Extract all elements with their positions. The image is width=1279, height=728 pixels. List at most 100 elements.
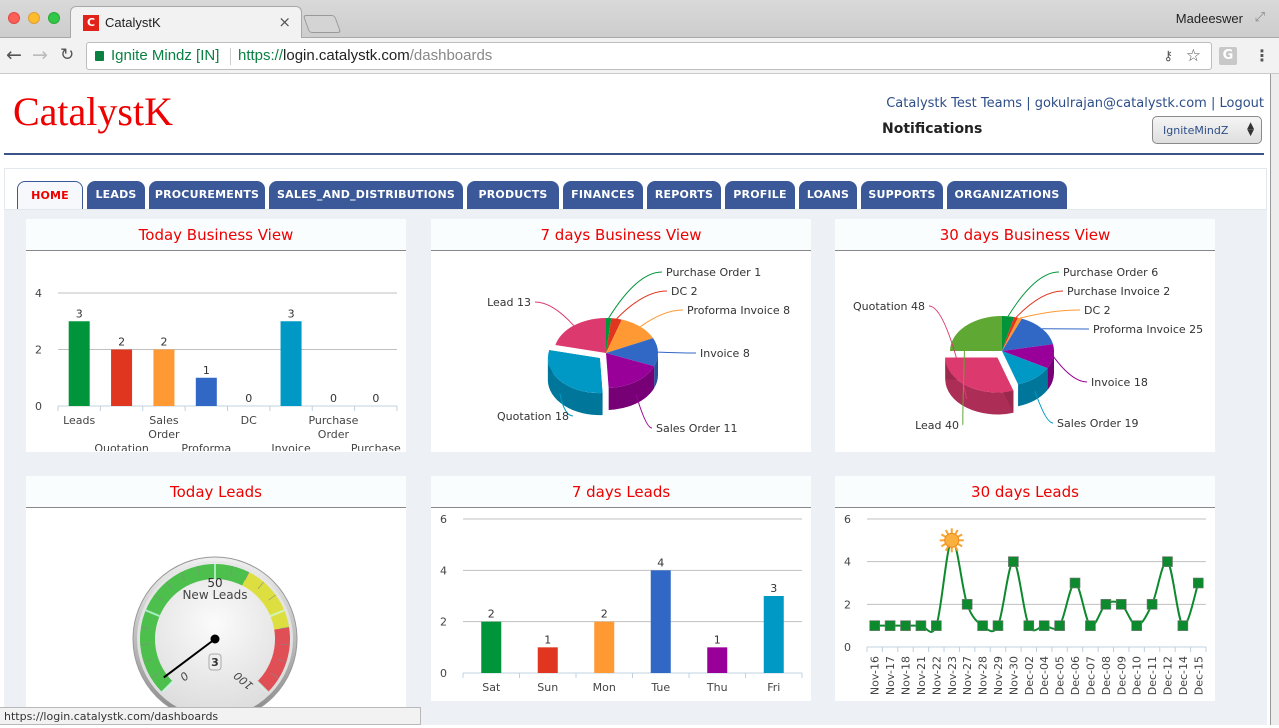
catalystk-logo[interactable]: CatalystK	[13, 88, 173, 135]
slice-label-name: Purchase Order	[666, 266, 751, 279]
connector-line	[658, 352, 696, 353]
url-text: https://login.catalystk.com/dashboards	[238, 43, 492, 69]
address-bar[interactable]: Ignite Mindz [IN] https://login.catalyst…	[86, 42, 1212, 70]
x-tick-label: Nov-27	[961, 656, 974, 695]
x-tick-label: Dec-02	[1023, 656, 1036, 695]
slice-label-name: Sales Order	[656, 422, 721, 435]
tab-home[interactable]: HOME	[17, 181, 83, 209]
y-tick-label: 4	[844, 556, 851, 569]
slice-label: Quotation 18	[497, 410, 569, 423]
gauge-pivot	[211, 635, 220, 644]
tab-supports[interactable]: SUPPORTS	[861, 181, 943, 209]
bar-invoice	[281, 321, 302, 406]
panel-title: Today Business View	[26, 219, 406, 251]
data-label: 1	[544, 633, 551, 646]
tab-close-icon[interactable]: ×	[278, 13, 291, 31]
close-window-button[interactable]	[8, 12, 20, 24]
slice-label: Purchase Order 6	[1063, 266, 1158, 279]
notifications-link[interactable]: Notifications	[882, 121, 982, 137]
slice-label: Lead 40	[915, 419, 959, 432]
data-label: 4	[657, 556, 664, 569]
tab-title: CatalystK	[105, 15, 161, 30]
tab-finances[interactable]: FINANCES	[563, 181, 643, 209]
profile-name[interactable]: Madeeswer	[1176, 11, 1243, 26]
data-label: 3	[76, 307, 83, 320]
bar-thu	[707, 647, 727, 673]
forward-arrow-icon[interactable]: →	[32, 44, 48, 66]
bookmark-star-icon[interactable]: ☆	[1186, 43, 1201, 69]
panel-7days-leads: 7 days Leads 02462Sat1Sun2Mon4Tue1Thu3Fr…	[431, 476, 811, 701]
fullscreen-icon[interactable]: ⤢	[1255, 10, 1265, 25]
slice-label: Purchase Order 1	[666, 266, 761, 279]
y-tick-label: 6	[844, 513, 851, 526]
slice-lead	[950, 316, 1002, 351]
organization-select[interactable]: IgniteMindZ ▲▼	[1152, 116, 1262, 144]
slice-label-value: 48	[911, 300, 925, 313]
slice-label-value: 8	[743, 347, 750, 360]
x-tick-label: Dec-07	[1084, 656, 1097, 695]
data-point	[1132, 621, 1142, 631]
data-point	[1178, 621, 1188, 631]
panel-30days-leads: 30 days Leads 0246Nov-16Nov-17Nov-18Nov-…	[835, 476, 1215, 701]
maximize-window-button[interactable]	[48, 12, 60, 24]
tab-leads[interactable]: LEADS	[87, 181, 145, 209]
slice-label-value: 40	[945, 419, 959, 432]
back-arrow-icon[interactable]: ←	[6, 44, 22, 66]
tab-loans[interactable]: LOANS	[799, 181, 857, 209]
y-tick-label: 0	[844, 641, 851, 654]
bar-mon	[594, 622, 614, 673]
browser-titlebar: C CatalystK × Madeeswer ⤢	[0, 0, 1279, 38]
tab-profile[interactable]: PROFILE	[725, 181, 795, 209]
x-tick-label: Sun	[537, 681, 558, 694]
slice-label-name: DC	[671, 285, 687, 298]
tab-sales-and-distributions[interactable]: SALES_AND_DISTRIBUTIONS	[269, 181, 463, 209]
x-tick-label: Dec-09	[1115, 656, 1128, 695]
connector-line	[1020, 310, 1080, 318]
tab-organizations[interactable]: ORGANIZATIONS	[947, 181, 1067, 209]
panel-title: 7 days Business View	[431, 219, 811, 251]
key-icon[interactable]: ⚷	[1163, 43, 1173, 69]
link-separator: |	[1026, 96, 1030, 111]
tab-reports[interactable]: REPORTS	[647, 181, 721, 209]
y-tick-label: 0	[35, 400, 42, 413]
tab-products[interactable]: PRODUCTS	[467, 181, 559, 209]
data-point	[1193, 578, 1203, 588]
today-business-chart: 0243Leads2Quotation2SalesOrder1Proforma0…	[26, 251, 406, 451]
browser-tab[interactable]: C CatalystK ×	[70, 6, 302, 39]
panel-title: 30 days Business View	[835, 219, 1215, 251]
x-tick-label: Dec-05	[1054, 656, 1067, 695]
data-point	[978, 621, 988, 631]
highlight-sun-core	[945, 533, 959, 547]
gauge-title: New Leads	[182, 588, 247, 602]
bar-sat	[481, 622, 501, 673]
email-link[interactable]: gokulrajan@catalystk.com	[1035, 96, 1207, 111]
lock-icon	[95, 51, 104, 61]
today-leads-gauge: 50New Leads01003	[26, 508, 406, 724]
logout-link[interactable]: Logout	[1219, 96, 1264, 111]
extension-icon[interactable]: G	[1219, 47, 1237, 65]
data-point	[1101, 599, 1111, 609]
x-tick-label: Nov-30	[1007, 656, 1020, 695]
reload-icon[interactable]: ↻	[60, 45, 74, 65]
minimize-window-button[interactable]	[28, 12, 40, 24]
tab-procurements[interactable]: PROCUREMENTS	[149, 181, 265, 209]
data-point	[1070, 578, 1080, 588]
slice-label-name: Sales Order	[1057, 417, 1122, 430]
slice-label-value: 2	[691, 285, 698, 298]
data-label: 2	[160, 336, 167, 349]
new-tab-button[interactable]	[303, 15, 342, 33]
connector-line	[617, 291, 667, 319]
panel-7days-business: 7 days Business View Purchase Order 1DC …	[431, 219, 811, 452]
x-tick-label: Quotation	[94, 442, 149, 451]
user-links: Catalystk Test Teams | gokulrajan@cataly…	[886, 96, 1264, 111]
url-host: login.catalystk.com	[283, 47, 410, 64]
slice-label-value: 25	[1189, 323, 1203, 336]
y-tick-label: 6	[440, 513, 447, 526]
x-tick-label: Dec-08	[1100, 656, 1113, 695]
team-link[interactable]: Catalystk Test Teams	[886, 96, 1022, 111]
slice-label: Lead 13	[487, 296, 531, 309]
data-point	[1008, 557, 1018, 567]
slice-label-value: 2	[1163, 285, 1170, 298]
browser-menu-icon[interactable]: ⋮	[1254, 46, 1270, 65]
panel-today-leads: Today Leads 50New Leads01003	[26, 476, 406, 725]
